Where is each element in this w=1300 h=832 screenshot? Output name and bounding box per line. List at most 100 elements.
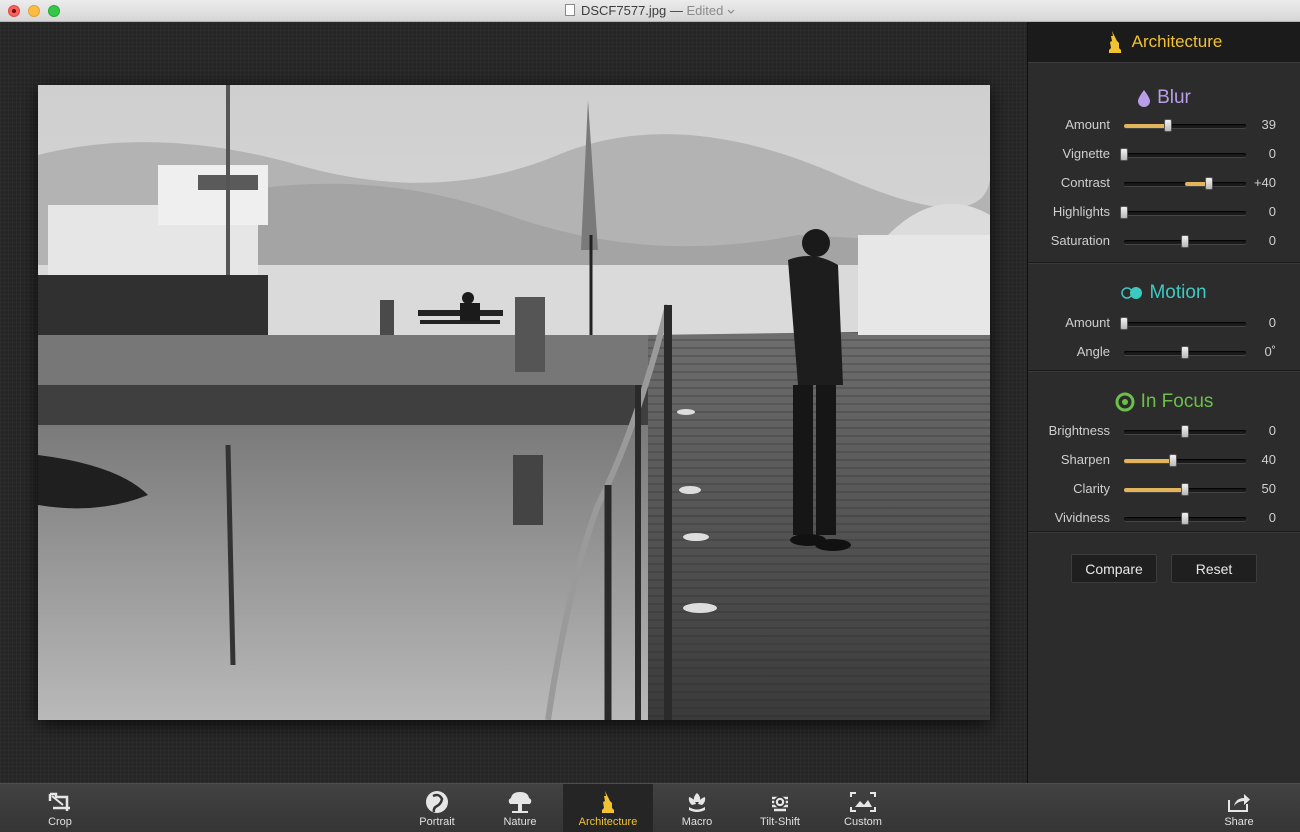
image-canvas [0,22,1027,783]
motion-section: Motion Amount 0 Angle 0˚ [1028,263,1300,371]
in-focus-sliders: Brightness 0 Sharpen 40 Clarity 50 Vividness 0 [1028,417,1300,533]
drop-icon [1138,90,1151,107]
sharpen-slider[interactable] [1124,454,1246,467]
slider-knob[interactable] [1120,317,1128,330]
slider-value: 0 [1268,233,1276,248]
bottom-toolbar: Crop Portrait Nature Architecture Macro [0,783,1300,832]
tool-macro-label: Macro [681,816,713,828]
slider-row: Angle 0˚ [1028,338,1300,367]
slider-fill [1124,488,1185,492]
title-separator: — [669,3,683,18]
slider-knob[interactable] [1181,512,1189,525]
adjustments-panel: Architecture Blur Amount 39 Vignette 0 Contr… [1027,22,1300,783]
slider-row: Contrast +40 [1028,169,1300,198]
edited-status[interactable]: Edited [687,3,724,18]
tool-architecture-label: Architecture [578,816,638,828]
blur-section-title: Blur [1157,87,1191,108]
amount-slider[interactable] [1120,317,1246,330]
vividness-slider[interactable] [1124,512,1246,525]
slider-value: 39 [1261,117,1276,132]
slider-knob[interactable] [1181,346,1189,359]
app-window: DSCF7577.jpg — Edited Architecture Blur … [0,0,1300,832]
slider-knob[interactable] [1120,148,1128,161]
tool-nature-label: Nature [503,816,537,828]
slider-row: Saturation 0 [1028,227,1300,256]
slider-label: Contrast [1060,175,1110,190]
compare-button[interactable]: Compare [1071,554,1157,583]
tool-share-label: Share [1224,816,1254,828]
statue-of-liberty-icon [594,790,622,814]
tool-share[interactable]: Share [1214,784,1264,832]
slider-row: Clarity 50 [1028,475,1300,504]
slider-value: 0 [1268,510,1276,525]
document-icon [564,4,575,16]
slider-knob[interactable] [1163,119,1172,132]
saturation-slider[interactable] [1124,235,1246,248]
slider-value: 0˚ [1264,344,1276,359]
title-bar: DSCF7577.jpg — Edited [0,0,1300,22]
amount-slider[interactable] [1124,119,1246,132]
crop-icon [46,790,74,814]
tool-custom[interactable]: Custom [836,784,890,832]
slider-knob[interactable] [1168,454,1177,467]
slider-knob[interactable] [1120,206,1128,219]
brightness-slider[interactable] [1124,425,1246,438]
slider-value: 0 [1268,423,1276,438]
slider-row: Amount 0 [1028,309,1300,338]
clarity-slider[interactable] [1124,483,1246,496]
tool-crop[interactable]: Crop [36,784,84,832]
window-title: DSCF7577.jpg — Edited [0,3,1300,18]
slider-knob[interactable] [1181,425,1189,438]
tool-portrait-label: Portrait [419,816,455,828]
slider-row: Amount 39 [1028,111,1300,140]
in-focus-section-title: In Focus [1140,391,1214,412]
slider-label: Amount [1065,117,1110,132]
tool-macro[interactable]: Macro [672,784,722,832]
slider-label: Sharpen [1060,452,1110,467]
preset-title: Architecture [1131,32,1223,51]
angle-slider[interactable] [1124,346,1246,359]
slider-fill [1124,124,1168,128]
in-focus-section: In Focus Brightness 0 Sharpen 40 Clarity 50 Vi… [1028,371,1300,532]
reset-button[interactable]: Reset [1171,554,1257,583]
tool-tilt-shift-label: Tilt-Shift [760,816,800,828]
slider-value: +40 [1253,175,1276,190]
slider-label: Brightness [1048,423,1110,438]
focus-icon [1115,392,1135,412]
slider-label: Saturation [1050,233,1110,248]
statue-of-liberty-icon [1108,31,1121,53]
slider-knob[interactable] [1181,235,1189,248]
tilt-shift-icon [766,790,794,814]
slider-row: Vividness 0 [1028,504,1300,533]
tool-portrait[interactable]: Portrait [408,784,466,832]
slider-label: Highlights [1052,204,1110,219]
preset-header: Architecture [1028,22,1300,63]
filename: DSCF7577.jpg [580,3,667,18]
slider-label: Amount [1065,315,1110,330]
tool-crop-label: Crop [48,816,72,828]
slider-value: 0 [1268,204,1276,219]
tree-icon [506,790,534,814]
share-icon [1225,790,1253,814]
tool-architecture[interactable]: Architecture [563,784,653,832]
slider-label: Vividness [1054,510,1110,525]
photo-preview[interactable] [38,85,990,720]
custom-landscape-icon [849,790,877,814]
motion-sliders: Amount 0 Angle 0˚ [1028,309,1300,367]
slider-label: Clarity [1073,481,1110,496]
slider-value: 0 [1268,146,1276,161]
slider-knob[interactable] [1205,177,1214,190]
chevron-down-icon[interactable] [727,9,735,15]
motion-icon [1121,287,1143,299]
slider-knob[interactable] [1181,483,1189,496]
tool-nature[interactable]: Nature [494,784,546,832]
tool-tilt-shift[interactable]: Tilt-Shift [750,784,810,832]
vignette-slider[interactable] [1120,148,1246,161]
highlights-slider[interactable] [1120,206,1246,219]
blur-section: Blur Amount 39 Vignette 0 Contrast +40 Highlig… [1028,63,1300,263]
slider-value: 0 [1268,315,1276,330]
contrast-slider[interactable] [1124,177,1246,190]
slider-fill [1124,459,1173,463]
tool-custom-label: Custom [844,816,882,828]
slider-value: 50 [1261,481,1276,496]
